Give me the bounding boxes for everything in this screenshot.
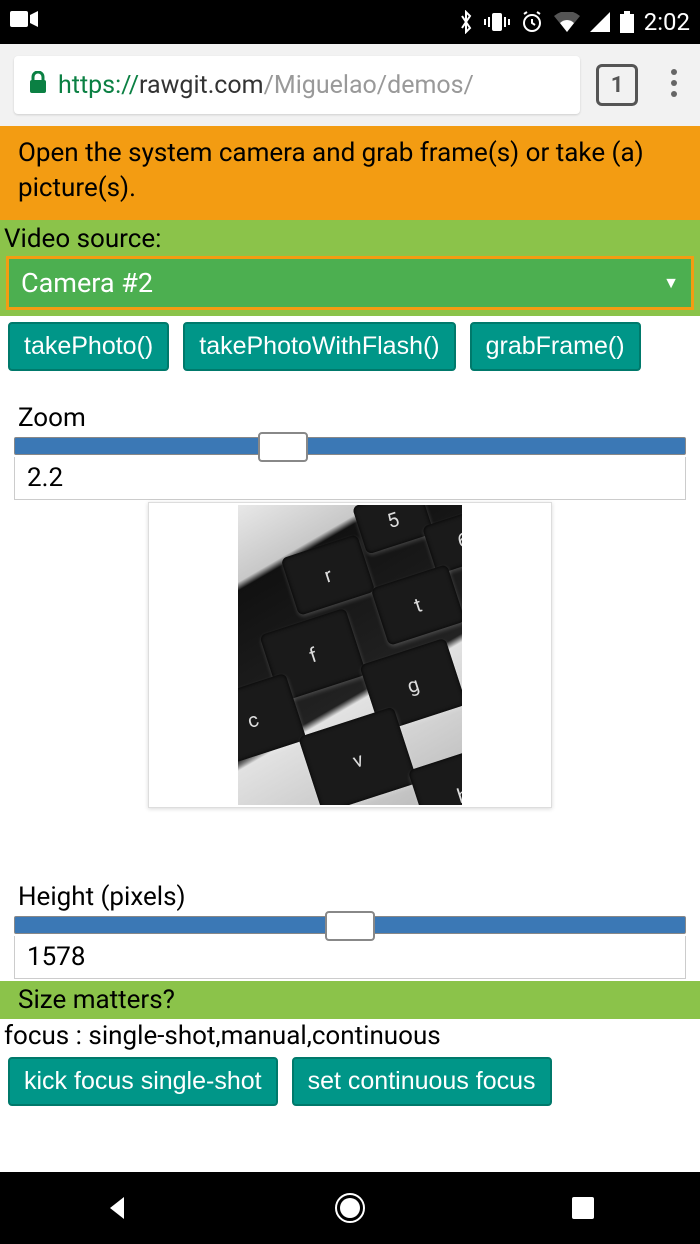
nav-home-button[interactable] [332,1190,368,1226]
height-value[interactable]: 1578 [14,936,686,979]
take-photo-flash-button[interactable]: takePhotoWithFlash() [183,322,455,371]
zoom-slider[interactable] [14,437,686,455]
zoom-value[interactable]: 2.2 [14,457,686,500]
tab-count: 1 [611,73,624,98]
capture-button-row: takePhoto() takePhotoWithFlash() grabFra… [0,316,700,377]
battery-icon [620,11,634,33]
camera-preview-image: 5 6 r t f g c v b [238,505,462,805]
focus-button-row: kick focus single-shot set continuous fo… [0,1053,700,1110]
chevron-down-icon: ▼ [663,273,679,293]
alarm-icon [520,10,544,34]
video-source-label: Video source: [4,224,696,254]
height-slider-thumb[interactable] [325,911,375,941]
wifi-icon [554,12,580,32]
overflow-menu-button[interactable] [654,68,694,103]
nav-back-button[interactable] [99,1190,135,1226]
video-source-select[interactable]: Camera #2 ▼ [6,256,694,310]
tabs-button[interactable]: 1 [596,64,638,106]
video-source-selected: Camera #2 [21,267,153,299]
focus-capabilities-text: focus : single-shot,manual,continuous [0,1019,700,1053]
url-scheme: https:// [58,71,139,100]
nav-recents-button[interactable] [565,1190,601,1226]
height-label: Height (pixels) [18,882,682,912]
grab-frame-button[interactable]: grabFrame() [470,322,641,371]
kick-focus-button[interactable]: kick focus single-shot [8,1057,278,1106]
cellular-icon [590,12,610,32]
banner-text: Open the system camera and grab frame(s)… [18,138,644,203]
height-section: Height (pixels) [0,856,700,912]
camera-preview-frame: 5 6 r t f g c v b [148,502,552,808]
vibrate-icon [484,11,510,33]
url-bar[interactable]: https://rawgit.com/Miguelao/demos/ [14,56,580,114]
url-host: rawgit.com [139,71,264,100]
videocam-icon [10,10,38,35]
set-continuous-focus-button[interactable]: set continuous focus [292,1057,552,1106]
android-status-bar: 2:02 [0,0,700,44]
page-banner: Open the system camera and grab frame(s)… [0,126,700,220]
size-matters-text: Size matters? [18,985,175,1015]
take-photo-button[interactable]: takePhoto() [8,322,169,371]
lock-icon [28,71,48,99]
zoom-slider-thumb[interactable] [258,432,308,462]
zoom-section: Zoom [0,377,700,433]
video-source-row: Video source: Camera #2 ▼ [0,220,700,316]
size-matters-row: Size matters? [0,981,700,1019]
browser-toolbar: https://rawgit.com/Miguelao/demos/ 1 [0,44,700,126]
zoom-label: Zoom [18,403,682,433]
height-slider[interactable] [14,916,686,934]
android-nav-bar [0,1172,700,1244]
url-path: /Miguelao/demos/ [264,71,474,100]
status-time: 2:02 [644,8,690,36]
bluetooth-icon [458,10,474,34]
